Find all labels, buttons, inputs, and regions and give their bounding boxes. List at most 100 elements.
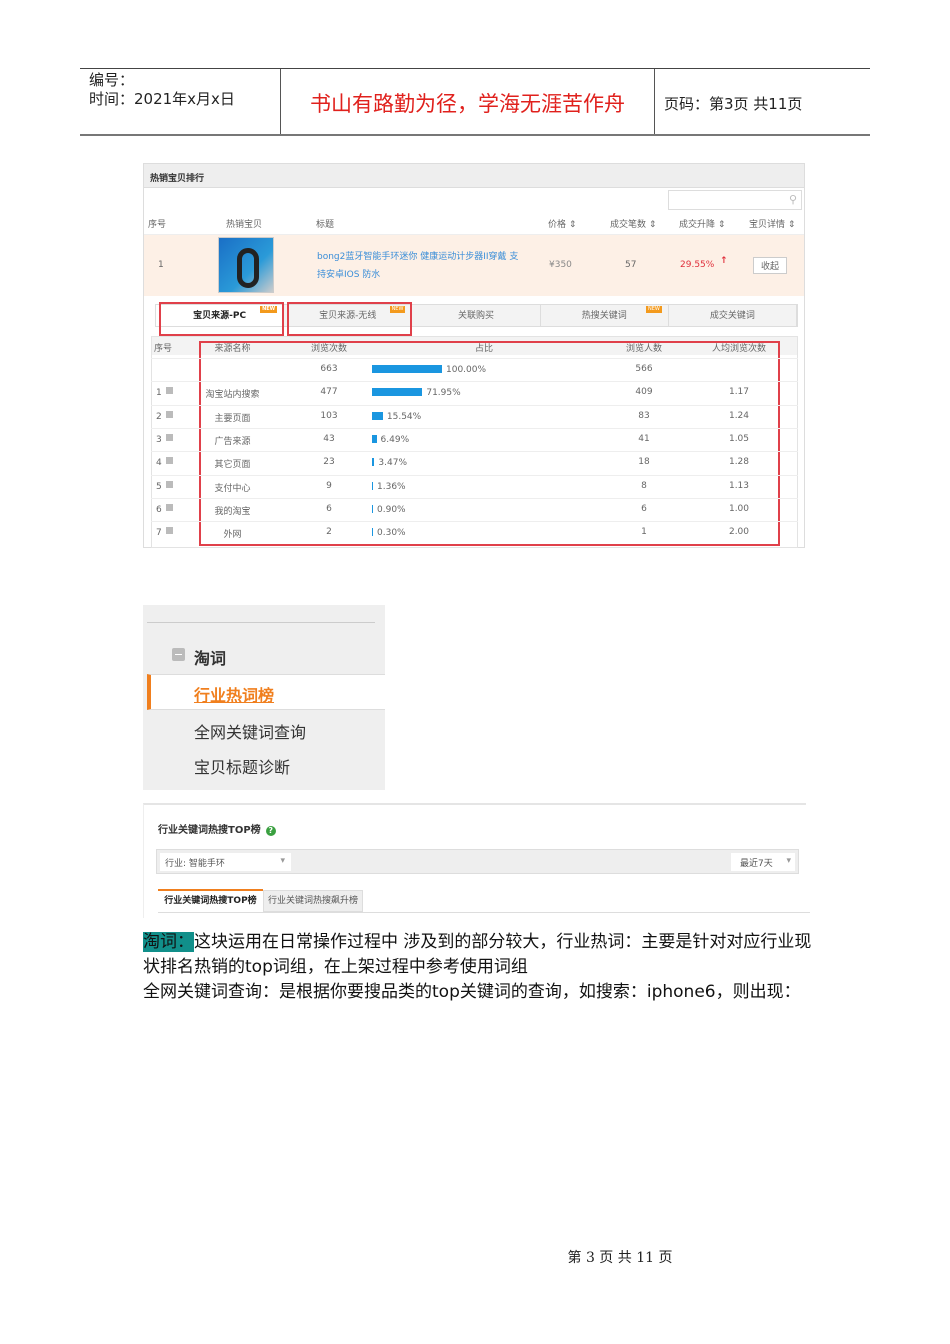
filter-bar: 行业: 智能手环 ▾ 最近7天 ▾ xyxy=(156,849,799,874)
row-number: 3 xyxy=(156,433,176,445)
row-divider xyxy=(151,427,798,429)
industry-value: 行业: 智能手环 xyxy=(165,859,225,869)
top-keywords-panel: 行业关键词热搜TOP榜? 行业: 智能手环 ▾ 最近7天 ▾ 行业关键词热搜TOP榜… xyxy=(143,803,810,918)
panel-title: 热销宝贝排行 xyxy=(144,164,804,188)
expand-icon[interactable] xyxy=(165,387,173,395)
pct-label: 3.47% xyxy=(378,458,408,469)
pct-bar xyxy=(372,481,373,490)
menu-group-taoci[interactable]: 淘词 xyxy=(194,645,226,669)
row-divider xyxy=(151,358,798,359)
panel-title: 行业关键词热搜TOP榜? xyxy=(158,821,276,836)
tab-rising[interactable]: 行业关键词热搜飙升榜 xyxy=(263,890,363,912)
visitors: 18 xyxy=(638,457,650,468)
row-number: 7 xyxy=(156,527,176,538)
page-footer: 第 3 页 共 11 页 xyxy=(567,1250,673,1266)
sales: 57 xyxy=(625,260,637,270)
collapse-button[interactable]: 收起 xyxy=(753,257,788,274)
chevron-down-icon: ▾ xyxy=(786,856,791,866)
source-name: 我的淘宝 xyxy=(214,506,251,517)
visitors: 566 xyxy=(635,364,653,374)
col-change[interactable]: 成交升降 ⇕ xyxy=(679,216,725,234)
row-divider xyxy=(151,451,798,453)
source-col-header: 来源名称 xyxy=(214,344,251,354)
pct-label: 0.30% xyxy=(377,528,406,539)
col-item: 热销宝贝 xyxy=(226,220,263,230)
industry-select[interactable]: 行业: 智能手环 ▾ xyxy=(160,853,291,871)
paragraph-1: 这块运用在日常操作过程中 涉及到的部分较大，行业热词：主要是针对对应行业现状排名… xyxy=(143,932,812,977)
tab-5[interactable]: 成交关键词 xyxy=(669,305,798,326)
views: 477 xyxy=(320,387,338,398)
menu-item-keyword-search[interactable]: 全网关键词查询 xyxy=(194,719,306,743)
source-name: 淘宝站内搜索 xyxy=(205,390,260,401)
search-input[interactable]: ⚲ xyxy=(668,190,802,210)
views: 663 xyxy=(320,364,338,374)
body-text: 淘词：这块运用在日常操作过程中 涉及到的部分较大，行业热词：主要是针对对应行业现… xyxy=(143,930,813,1005)
pct-label: 6.49% xyxy=(380,434,410,445)
visitors: 41 xyxy=(638,433,650,444)
visitors: 409 xyxy=(635,387,653,398)
hot-items-panel: 热销宝贝排行 ⚲ 序号 热销宝贝 标题 价格 ⇕ 成交笔数 ⇕ 成交升降 ⇕ 宝… xyxy=(143,163,805,548)
motto: 书山有路勤为径，学海无涯苦作舟 xyxy=(281,69,655,134)
expand-icon[interactable] xyxy=(165,410,173,418)
col-detail[interactable]: 宝贝详情 ⇕ xyxy=(749,216,795,234)
help-icon[interactable]: ? xyxy=(265,826,276,836)
chevron-down-icon: ▾ xyxy=(280,856,285,866)
menu-item-title-diagnosis[interactable]: 宝贝标题诊断 xyxy=(194,754,290,778)
row-number: 1 xyxy=(156,387,176,398)
source-col-header: 浏览人数 xyxy=(625,344,662,354)
views: 6 xyxy=(326,503,332,514)
pct-bar xyxy=(372,434,377,443)
source-col-header: 浏览次数 xyxy=(310,344,347,354)
page-label: 页码：第3页 共11页 xyxy=(664,95,803,113)
tab-3[interactable]: 关联购买 xyxy=(412,305,541,326)
avg-views: 1.17 xyxy=(728,387,750,398)
search-icon[interactable]: ⚲ xyxy=(789,193,797,206)
expand-icon[interactable] xyxy=(165,480,173,488)
page-header: 编号： 时间：2021年x月x日 书山有路勤为径，学海无涯苦作舟 页码：第3页 共… xyxy=(80,68,870,136)
pct-bar xyxy=(372,388,423,397)
source-col-header: 人均浏览次数 xyxy=(711,344,766,354)
expand-icon[interactable] xyxy=(165,527,173,535)
avg-views: 1.28 xyxy=(728,457,750,468)
expand-icon[interactable] xyxy=(165,503,173,511)
highlight-box xyxy=(159,302,284,336)
arrow-up-icon: ↑ xyxy=(720,256,728,266)
col-rank: 序号 xyxy=(148,220,167,230)
change: 29.55% xyxy=(680,260,715,270)
side-menu: 淘词 行业热词榜 全网关键词查询 宝贝标题诊断 xyxy=(143,605,385,790)
tab-label: 热搜关键词 xyxy=(581,311,627,321)
row-divider xyxy=(151,404,798,406)
table-row: 1 bong2蓝牙智能手环迷你 健康运动计步器II穿戴 支持安卓IOS 防水 ¥… xyxy=(144,234,804,296)
expand-icon[interactable] xyxy=(165,457,173,465)
row-divider xyxy=(151,521,798,523)
tab-top[interactable]: 行业关键词热搜TOP榜 xyxy=(158,889,263,912)
period-value: 最近7天 xyxy=(740,859,773,869)
pct-bar xyxy=(372,411,383,420)
pct-bar xyxy=(372,458,375,467)
source-name: 广告来源 xyxy=(214,436,251,447)
new-badge: NEW xyxy=(645,306,662,313)
visitors: 1 xyxy=(641,527,647,538)
highlight-box xyxy=(287,302,412,336)
pct-label: 100.00% xyxy=(446,365,487,375)
views: 9 xyxy=(326,480,332,491)
views: 23 xyxy=(323,457,335,468)
views: 103 xyxy=(320,410,338,421)
collapse-icon[interactable] xyxy=(172,648,185,661)
pct-bar xyxy=(372,504,373,513)
visitors: 83 xyxy=(638,410,650,421)
visitors: 8 xyxy=(641,480,647,491)
product-title-link[interactable]: bong2蓝牙智能手环迷你 健康运动计步器II穿戴 支持安卓IOS 防水 xyxy=(317,248,527,284)
tab-4[interactable]: 热搜关键词 NEW xyxy=(541,305,669,326)
views: 2 xyxy=(326,527,332,538)
product-image[interactable] xyxy=(218,237,274,293)
row-divider xyxy=(151,381,798,383)
expand-icon[interactable] xyxy=(165,433,173,441)
pct-bar xyxy=(372,365,442,373)
col-sales[interactable]: 成交笔数 ⇕ xyxy=(610,216,656,234)
col-price[interactable]: 价格 ⇕ xyxy=(548,216,576,234)
menu-item-industry-hot[interactable]: 行业热词榜 xyxy=(194,682,274,706)
time-label: 时间：2021年x月x日 xyxy=(89,90,235,108)
period-select[interactable]: 最近7天 ▾ xyxy=(731,853,795,871)
pct-label: 15.54% xyxy=(386,411,422,422)
